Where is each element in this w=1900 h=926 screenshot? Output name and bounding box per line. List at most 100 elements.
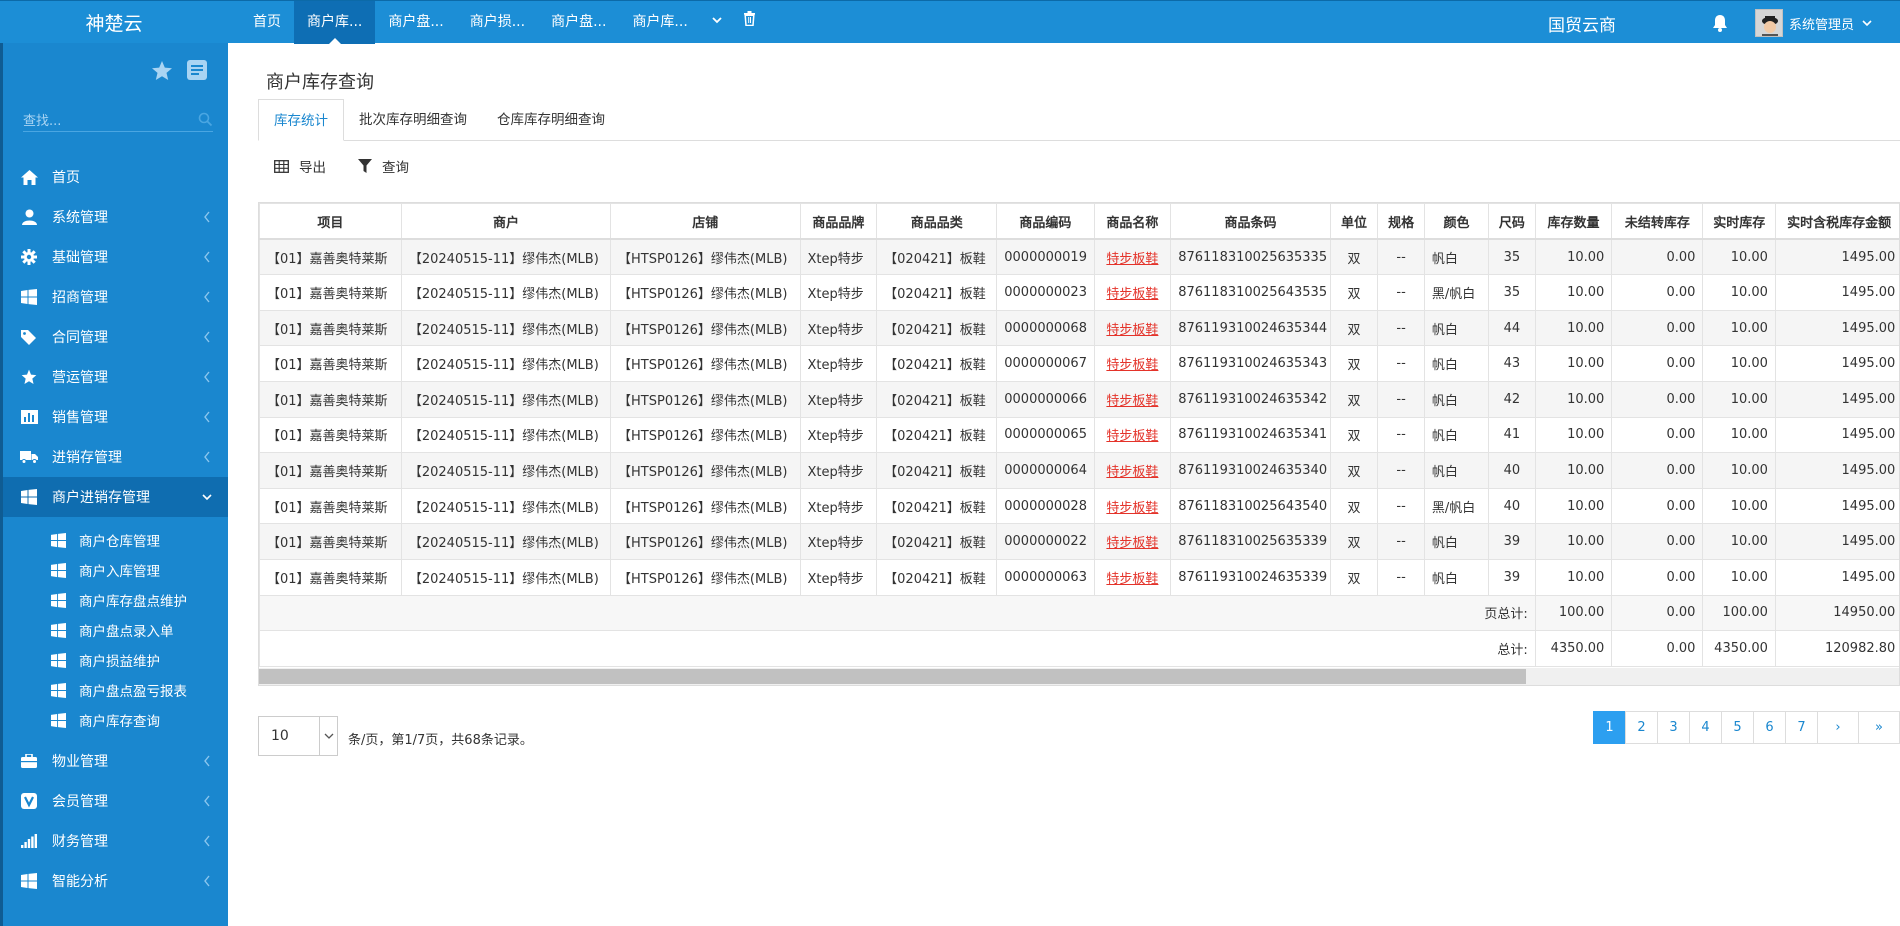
col-header-brand[interactable]: 商品品牌 [799,203,878,241]
tabs-dropdown-chevron-icon[interactable] [701,1,733,44]
sidebar-item-label: 营运管理 [52,370,108,386]
table-row[interactable]: 【01】嘉善奥特莱斯 【20240515-11】缪伟杰(MLB) 【HTSP0126… [259,452,1899,489]
page-button-4[interactable]: 4 [1689,711,1722,744]
sidebar-subitem-loss[interactable]: 商户损益维护 [3,645,228,675]
query-button[interactable]: 查询 [342,148,425,184]
col-header-name[interactable]: 商品名称 [1093,203,1172,241]
top-tab-merchant-inventory-entry[interactable]: 商户盘... [375,1,456,44]
table-row[interactable]: 【01】嘉善奥特莱斯 【20240515-11】缪伟杰(MLB) 【HTSP0126… [259,523,1899,560]
total-unsettled: 0.00 [1611,630,1704,667]
top-tab-merchant-inventory-report[interactable]: 商户盘... [538,1,619,44]
sidebar-item-contract[interactable]: 合同管理 [3,317,228,357]
page-button-6[interactable]: 6 [1753,711,1786,744]
col-header-category[interactable]: 商品品类 [876,203,998,241]
sidebar-subitem-stocktake-maintain[interactable]: 商户库存盘点维护 [3,585,228,615]
table-row[interactable]: 【01】嘉善奥特莱斯 【20240515-11】缪伟杰(MLB) 【HTSP0126… [259,309,1899,347]
col-header-barcode[interactable]: 商品条码 [1170,203,1331,241]
sidebar-item-label: 基础管理 [52,250,108,266]
export-button[interactable]: 导出 [258,148,342,184]
tab-batch-stock-detail[interactable]: 批次库存明细查询 [344,99,482,141]
top-tab-merchant-stock[interactable]: 商户库... [619,1,700,44]
cell-store: 【HTSP0126】缪伟杰(MLB) [610,558,801,596]
sidebar-subitem-stock-in[interactable]: 商户入库管理 [3,555,228,585]
page-button-7[interactable]: 7 [1785,711,1818,744]
product-name-link[interactable]: 特步板鞋 [1106,501,1158,516]
table-row[interactable]: 【01】嘉善奥特莱斯 【20240515-11】缪伟杰(MLB) 【HTSP0126… [259,238,1899,276]
col-header-code[interactable]: 商品编码 [996,203,1095,241]
product-name-link[interactable]: 特步板鞋 [1106,429,1158,444]
col-header-unsettled[interactable]: 未结转库存 [1611,203,1704,241]
sidebar-subitem-stocktake-entry[interactable]: 商户盘点录入单 [3,615,228,645]
cell-amount: 1495.00 [1774,238,1899,276]
page-button-2[interactable]: 2 [1625,711,1658,744]
last-page-button[interactable]: » [1858,711,1900,744]
sidebar-subitem-label: 商户仓库管理 [79,534,160,550]
sidebar-item-sales[interactable]: 销售管理 [3,397,228,437]
product-name-link[interactable]: 特步板鞋 [1106,252,1158,267]
col-header-merchant[interactable]: 商户 [400,203,612,241]
sidebar-item-system[interactable]: 系统管理 [3,197,228,237]
col-header-spec[interactable]: 规格 [1377,203,1425,241]
trash-icon[interactable] [733,1,766,44]
top-tab-merchant-loss[interactable]: 商户损... [457,1,538,44]
list-icon[interactable] [186,59,208,81]
table-row[interactable]: 【01】嘉善奥特莱斯 【20240515-11】缪伟杰(MLB) 【HTSP0126… [259,487,1899,525]
sidebar-item-merchant-inventory[interactable]: 商户进销存管理 [3,477,228,517]
sidebar-subitem-stocktake-report[interactable]: 商户盘点盈亏报表 [3,675,228,705]
cell-barcode: 876119310024635344 [1170,309,1331,347]
cell-realtime: 10.00 [1702,380,1776,418]
col-header-size[interactable]: 尺码 [1488,203,1536,241]
col-header-unit[interactable]: 单位 [1329,203,1379,241]
top-tab-merchant-stock-query[interactable]: 商户库... [294,1,376,45]
sidebar-item-analysis[interactable]: 智能分析 [3,861,228,901]
product-name-link[interactable]: 特步板鞋 [1106,465,1158,480]
table-row[interactable]: 【01】嘉善奥特莱斯 【20240515-11】缪伟杰(MLB) 【HTSP0126… [259,274,1899,311]
top-tab-home[interactable]: 首页 [240,1,294,44]
product-name-link[interactable]: 特步板鞋 [1106,323,1158,338]
product-name-link[interactable]: 特步板鞋 [1106,287,1158,302]
search-icon[interactable] [198,112,213,127]
col-header-project[interactable]: 项目 [259,203,402,241]
horizontal-scrollbar[interactable] [259,668,1899,685]
page-button-1[interactable]: 1 [1593,711,1626,744]
tab-stock-statistics[interactable]: 库存统计 [258,99,344,141]
sidebar-item-inventory[interactable]: 进销存管理 [3,437,228,477]
brand-logo[interactable]: 神楚云 [0,1,228,44]
col-header-realtime[interactable]: 实时库存 [1702,203,1776,241]
col-header-store[interactable]: 店铺 [610,203,801,241]
col-header-amount[interactable]: 实时含税库存金额 [1774,203,1899,241]
sidebar-item-investment[interactable]: 招商管理 [3,277,228,317]
next-page-button[interactable]: › [1817,711,1859,744]
cell-code: 0000000067 [996,345,1095,382]
bell-icon[interactable] [1710,13,1734,37]
sidebar-item-basic[interactable]: 基础管理 [3,237,228,277]
cell-merchant: 【20240515-11】缪伟杰(MLB) [400,523,612,560]
sidebar-item-home[interactable]: 首页 [3,157,228,197]
cell-unit: 双 [1329,345,1379,382]
sidebar-item-property[interactable]: 物业管理 [3,741,228,781]
table-row[interactable]: 【01】嘉善奥特莱斯 【20240515-11】缪伟杰(MLB) 【HTSP0126… [259,416,1899,454]
sidebar-item-operation[interactable]: 营运管理 [3,357,228,397]
sidebar-item-finance[interactable]: 财务管理 [3,821,228,861]
page-button-3[interactable]: 3 [1657,711,1690,744]
col-header-stock-qty[interactable]: 库存数量 [1534,203,1613,241]
page-size-select[interactable]: 10 [258,716,338,756]
product-name-link[interactable]: 特步板鞋 [1106,536,1158,551]
table-row[interactable]: 【01】嘉善奥特莱斯 【20240515-11】缪伟杰(MLB) 【HTSP0126… [259,380,1899,418]
cell-unsettled: 0.00 [1611,558,1704,596]
user-menu[interactable]: 系统管理员 [1755,9,1872,37]
page-button-5[interactable]: 5 [1721,711,1754,744]
scrollbar-thumb[interactable] [259,669,1526,684]
product-name-link[interactable]: 特步板鞋 [1106,572,1158,587]
tab-warehouse-stock-detail[interactable]: 仓库库存明细查询 [482,99,620,141]
product-name-link[interactable]: 特步板鞋 [1106,394,1158,409]
sidebar-item-member[interactable]: 会员管理 [3,781,228,821]
table-row[interactable]: 【01】嘉善奥特莱斯 【20240515-11】缪伟杰(MLB) 【HTSP0126… [259,558,1899,596]
table-row[interactable]: 【01】嘉善奥特莱斯 【20240515-11】缪伟杰(MLB) 【HTSP0126… [259,345,1899,382]
star-icon[interactable] [150,59,174,83]
search-input[interactable] [23,110,188,132]
product-name-link[interactable]: 特步板鞋 [1106,358,1158,373]
col-header-color[interactable]: 颜色 [1423,203,1490,241]
sidebar-subitem-stock-query[interactable]: 商户库存查询 [3,705,228,735]
sidebar-subitem-warehouse[interactable]: 商户仓库管理 [3,525,228,555]
